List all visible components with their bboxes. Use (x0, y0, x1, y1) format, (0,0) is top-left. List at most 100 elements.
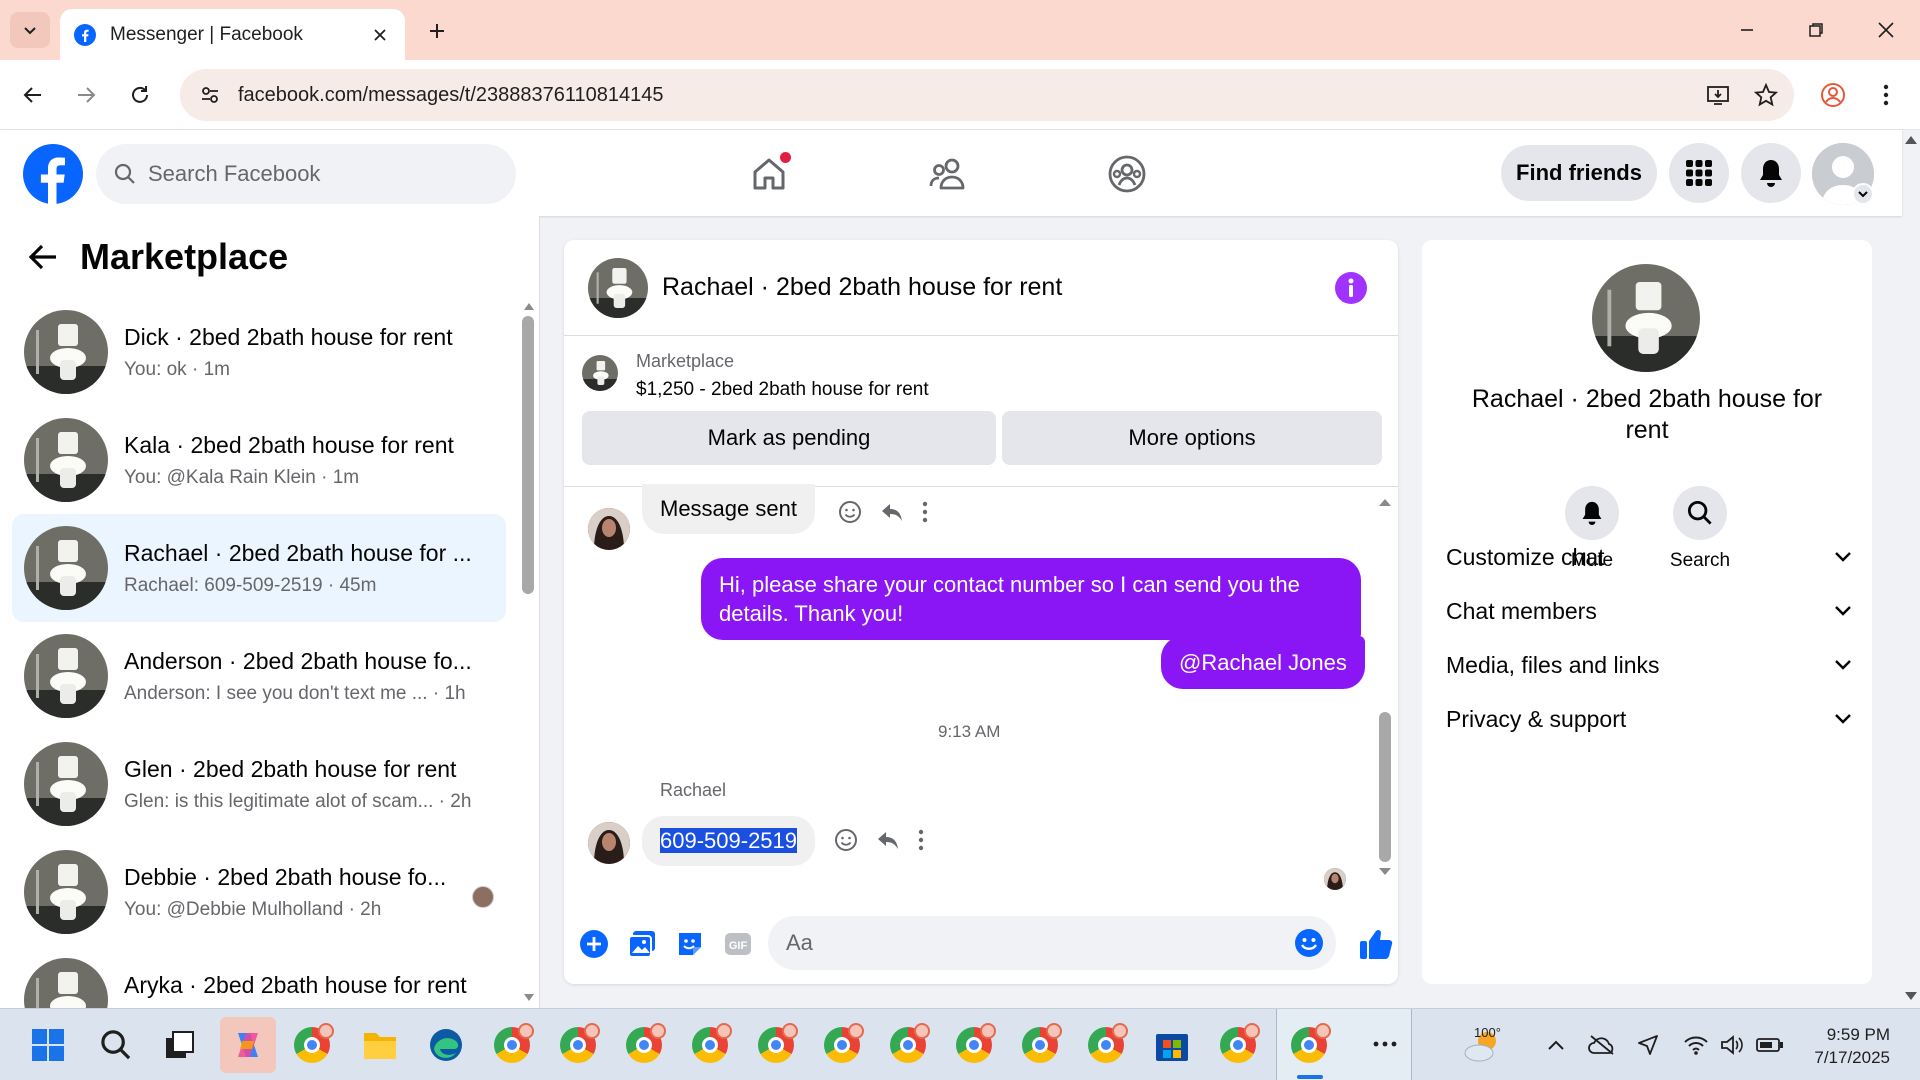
task-view-button[interactable] (158, 1023, 202, 1067)
chat-info-section-row[interactable]: Customize chat (1446, 532, 1852, 582)
close-window-button[interactable] (1866, 14, 1906, 46)
listing-thumbnail[interactable] (582, 355, 618, 391)
chat-list-item[interactable]: Dick · 2bed 2bath house for rent You: ok … (12, 298, 506, 406)
chat-list-item[interactable]: Kala · 2bed 2bath house for rent You: @Ka… (12, 406, 506, 514)
sticker-button[interactable] (672, 926, 708, 962)
taskbar-chrome-8[interactable] (886, 1023, 930, 1067)
conversation-avatar[interactable] (588, 257, 648, 318)
more-vertical-icon[interactable] (922, 501, 928, 523)
browser-menu-button[interactable] (1868, 77, 1904, 113)
nav-groups[interactable] (1097, 146, 1157, 202)
chat-info-avatar[interactable] (1592, 264, 1700, 372)
listing-title[interactable]: $1,250 - 2bed 2bath house for rent (636, 379, 929, 401)
nav-friends[interactable] (918, 146, 978, 202)
nav-home[interactable] (739, 146, 799, 202)
tab-close-button[interactable] (369, 24, 391, 46)
chat-info-section-row[interactable]: Chat members (1446, 586, 1852, 636)
taskbar-chrome-1[interactable] (290, 1023, 334, 1067)
taskbar-chrome-9[interactable] (952, 1023, 996, 1067)
facebook-search-input[interactable] (148, 161, 448, 187)
chat-list-item[interactable]: Glen · 2bed 2bath house for rent Glen: is… (12, 730, 506, 838)
minimize-button[interactable] (1727, 14, 1767, 46)
mark-as-pending-button[interactable]: Mark as pending (582, 411, 996, 465)
onedrive-tray[interactable] (1580, 1023, 1624, 1067)
battery-tray[interactable] (1748, 1023, 1792, 1067)
new-tab-button[interactable] (420, 16, 454, 46)
chat-list-item[interactable]: Aryka · 2bed 2bath house for rentYou: @A… (12, 946, 506, 1008)
tab-title: Messenger | Facebook (110, 23, 303, 45)
show-hidden-icons-button[interactable] (1534, 1023, 1578, 1067)
taskbar-chrome-6[interactable] (754, 1023, 798, 1067)
install-app-button[interactable] (1698, 75, 1738, 115)
page-scroll-up-icon[interactable] (1904, 134, 1918, 146)
sender-avatar[interactable] (588, 508, 630, 550)
message-bubble-incoming[interactable]: Message sent (642, 484, 815, 534)
chat-list-item[interactable]: Anderson · 2bed 2bath house fo... Anderso… (12, 622, 506, 730)
account-caret[interactable] (1852, 183, 1874, 205)
react-emoji-icon[interactable] (834, 828, 858, 852)
arrow-left-icon[interactable] (28, 243, 58, 271)
reload-button[interactable] (122, 77, 158, 113)
more-actions-button[interactable] (576, 926, 612, 962)
edge-app[interactable] (424, 1023, 468, 1067)
taskbar-chrome-11[interactable] (1084, 1023, 1128, 1067)
taskbar-search-button[interactable] (94, 1023, 138, 1067)
taskbar-chrome-5[interactable] (688, 1023, 732, 1067)
facebook-logo[interactable] (23, 144, 83, 204)
react-emoji-icon[interactable] (838, 500, 862, 524)
taskbar-chrome-3[interactable] (556, 1023, 600, 1067)
chat-list-item[interactable]: Rachael · 2bed 2bath house for ... Rachae… (12, 514, 506, 622)
chat-avatar (24, 958, 108, 1008)
emoji-icon[interactable] (1294, 928, 1324, 958)
taskbar-chrome-12[interactable] (1216, 1023, 1260, 1067)
taskbar-chrome-2[interactable] (490, 1023, 534, 1067)
more-horizontal-icon[interactable] (1373, 1041, 1397, 1047)
copilot-app[interactable] (220, 1017, 276, 1073)
more-options-button[interactable]: More options (1002, 411, 1382, 465)
restore-button[interactable] (1796, 14, 1836, 46)
message-bubble-outgoing[interactable]: Hi, please share your contact number so … (701, 558, 1361, 640)
gif-button[interactable]: GIF (720, 926, 756, 962)
taskbar-chrome-7[interactable] (820, 1023, 864, 1067)
site-info-button[interactable] (192, 77, 228, 113)
chat-list-item[interactable]: Debbie · 2bed 2bath house fo... You: @Deb… (12, 838, 506, 946)
facebook-search[interactable] (96, 144, 516, 204)
menu-button[interactable] (1669, 143, 1729, 203)
chat-list-scroll-thumb[interactable] (522, 316, 534, 594)
start-button[interactable] (26, 1023, 70, 1067)
browser-tab-messenger[interactable]: Messenger | Facebook (60, 9, 405, 60)
conversation-info-button[interactable] (1334, 271, 1368, 305)
back-button[interactable] (15, 77, 51, 113)
bookmark-star-button[interactable] (1746, 75, 1786, 115)
page-scroll-down-icon[interactable] (1904, 990, 1918, 1002)
taskbar-chrome-4[interactable] (622, 1023, 666, 1067)
profile-button[interactable] (1815, 77, 1851, 113)
conversation-title[interactable]: Rachael · 2bed 2bath house for rent (662, 273, 1334, 302)
taskbar-chrome-10[interactable] (1018, 1023, 1062, 1067)
message-input-wrapper[interactable] (768, 916, 1336, 970)
taskbar-chrome-active-group[interactable] (1276, 1009, 1412, 1080)
reply-icon[interactable] (876, 829, 900, 851)
message-input[interactable] (786, 930, 1294, 956)
reply-icon[interactable] (880, 501, 904, 523)
notifications-button[interactable] (1741, 143, 1801, 203)
url-text[interactable]: facebook.com/messages/t/2388837611081414… (238, 84, 1698, 107)
clock[interactable]: 9:59 PM 7/17/2025 (1814, 1023, 1890, 1069)
sender-avatar[interactable] (588, 822, 630, 864)
phone-number-text[interactable]: 609-509-2519 (660, 828, 798, 853)
attach-photo-button[interactable] (624, 926, 660, 962)
forward-button[interactable] (68, 77, 104, 113)
like-button[interactable] (1358, 926, 1394, 962)
location-tray[interactable] (1626, 1023, 1670, 1067)
thread-scrollbar[interactable] (1378, 494, 1392, 880)
chat-info-section-row[interactable]: Media, files and links (1446, 640, 1852, 690)
message-bubble-mention[interactable]: @Rachael Jones (1161, 636, 1365, 689)
chat-info-section-row[interactable]: Privacy & support (1446, 694, 1852, 744)
message-bubble-incoming[interactable]: 609-509-2519 (642, 816, 816, 866)
file-explorer-app[interactable] (358, 1023, 402, 1067)
more-vertical-icon[interactable] (918, 829, 924, 851)
omnibox[interactable]: facebook.com/messages/t/2388837611081414… (180, 69, 1794, 121)
tab-search-button[interactable] (10, 12, 50, 48)
ms-store-app[interactable] (1150, 1023, 1194, 1067)
find-friends-button[interactable]: Find friends (1501, 145, 1657, 201)
